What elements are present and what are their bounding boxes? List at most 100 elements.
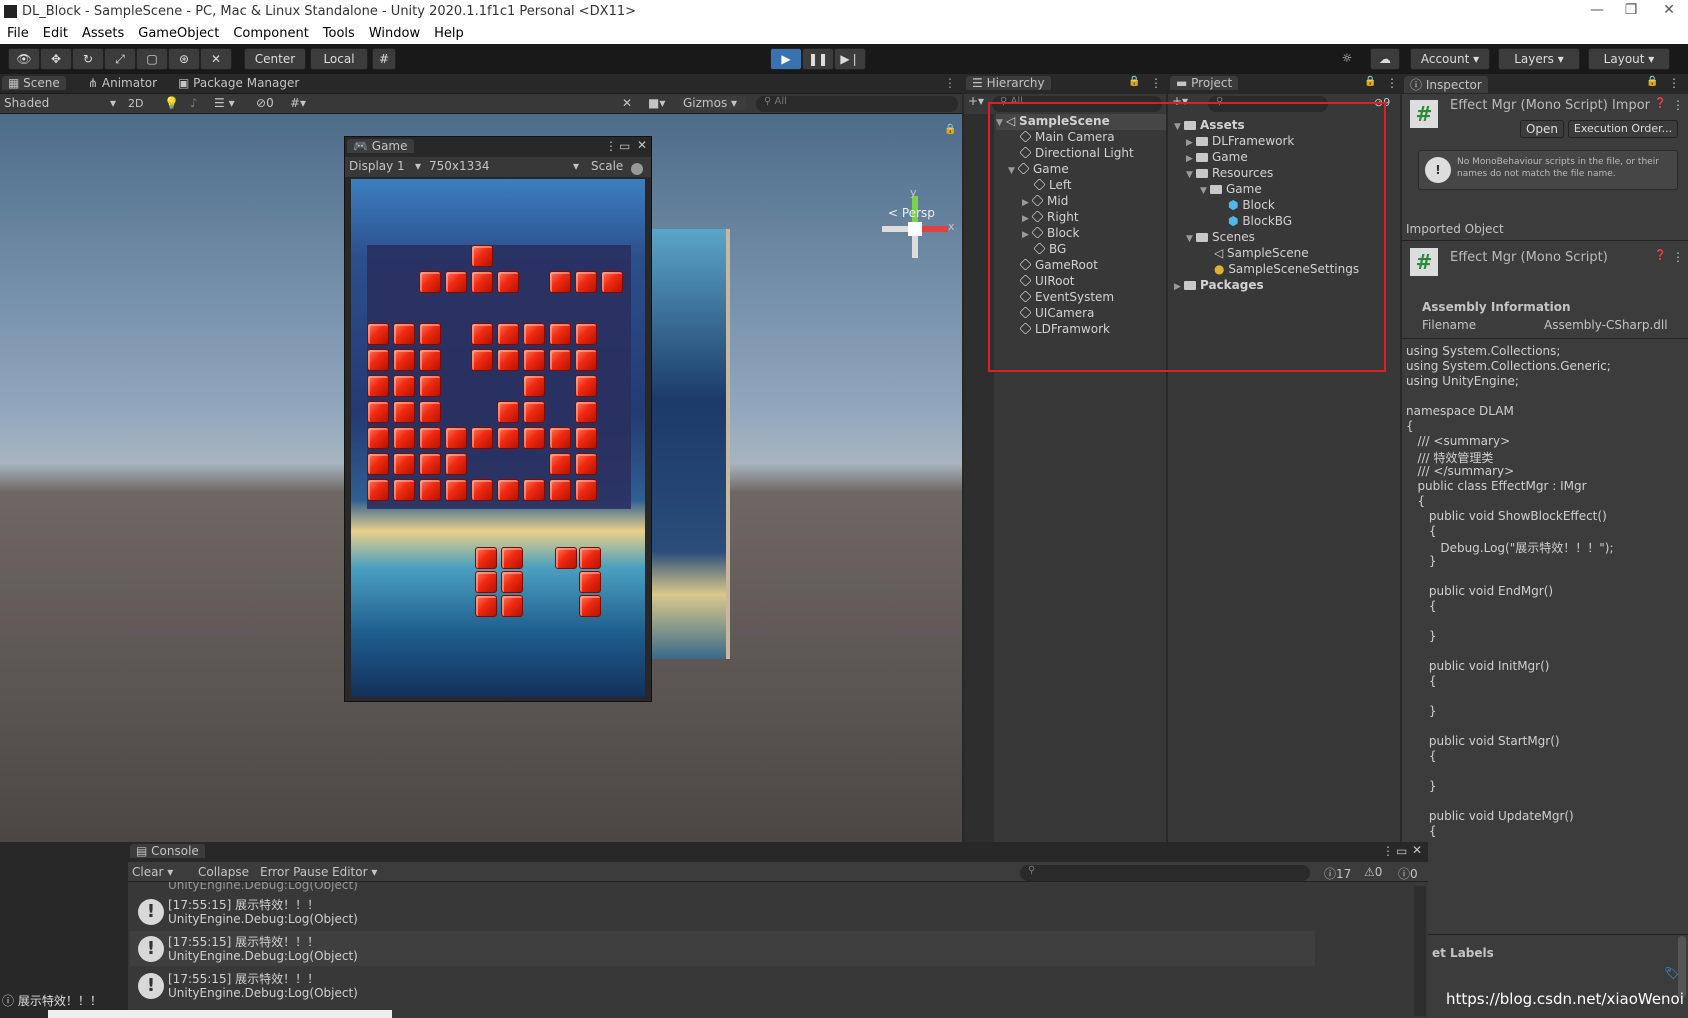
view-tool-icon[interactable]: 👁 [8,48,40,70]
grid-icon[interactable]: #▾ [290,96,306,110]
menu-edit[interactable]: Edit [36,24,75,41]
camera-icon[interactable]: ■▾ [648,96,665,110]
console-log-row[interactable]: ! [17:55:15] 展示特效！！！ UnityEngine.Debug:Log… [130,931,1315,966]
gizmos-dropdown[interactable]: Gizmos ▾ [680,96,746,110]
console-menu-icon[interactable]: ⋮ [1382,844,1394,858]
console-log-row[interactable]: ! [17:55:15] 展示特效！！！ UnityEngine.Debug:Log… [130,968,1315,1003]
status-message[interactable]: ⓘ 展示特效！！！ [2,992,102,1009]
project-menu-icon[interactable]: ⋮ [1386,76,1398,90]
game-block [497,349,519,371]
log-count-badge[interactable]: ⓘ17 [1324,865,1351,882]
game-block [419,453,441,475]
menu-file[interactable]: File [0,24,36,41]
game-block [393,375,415,397]
create-button[interactable]: +▾ [968,94,984,108]
warning-count-badge[interactable]: ⚠0 [1364,865,1382,879]
move-tool-icon[interactable]: ✥ [40,48,72,70]
minimize-button[interactable]: — [1582,2,1612,22]
console-search-input[interactable]: ⚲ [1020,865,1310,881]
tab-animator[interactable]: ⋔ Animator [82,76,163,90]
play-button[interactable]: ▶ [770,48,802,70]
scale-tool-icon[interactable]: ⤢ [104,48,136,70]
scene-gizmo[interactable]: y x [876,186,956,272]
console-close-icon[interactable]: ✕ [1412,843,1422,857]
account-dropdown[interactable]: Account ▾ [1410,48,1490,70]
open-button[interactable]: Open [1520,120,1564,138]
inspector-options-icon[interactable]: ⋮ [1672,98,1684,112]
audio-icon[interactable]: ♪ [190,96,198,110]
shaded-dropdown[interactable]: Shaded ▾ [4,96,116,110]
step-button[interactable]: ▶❘ [834,48,866,70]
menu-tools[interactable]: Tools [316,24,362,41]
menu-assets[interactable]: Assets [75,24,131,41]
2d-toggle[interactable]: 2D [128,97,143,110]
maximize-button[interactable]: ❐ [1616,2,1646,22]
console-log-row[interactable]: ! [17:55:15] 展示特效！！！ UnityEngine.Debug:Log… [130,894,1315,929]
error-count-badge[interactable]: ⓘ0 [1398,865,1418,882]
collapse-button[interactable]: Collapse [198,865,249,879]
maximize-icon[interactable]: ▭ [619,139,630,153]
menu-component[interactable]: Component [226,24,315,41]
grid-snap-icon[interactable]: # [372,48,396,70]
code-line: { [1406,599,1437,613]
menu-help[interactable]: Help [427,24,471,41]
layout-dropdown[interactable]: Layout ▾ [1588,48,1670,70]
cloud-icon[interactable]: ☁ [1370,48,1400,70]
inspector-scrollbar[interactable] [1678,936,1686,998]
display-dropdown[interactable]: Display 1 ▾ [349,159,421,173]
hidden-objects-icon[interactable]: ⊘0 [256,96,274,110]
tab-console[interactable]: ▤ Console [130,844,205,858]
inspector-menu-icon[interactable]: ⋮ [1668,76,1680,90]
pause-button[interactable]: ❚❚ [802,48,834,70]
collab-icon[interactable]: ☼ [1332,48,1362,70]
rect-tool-icon[interactable]: ▢ [136,48,168,70]
project-lock-icon[interactable]: 🔒 [1364,76,1376,87]
tab-hierarchy[interactable]: ☰ Hierarchy [966,76,1051,90]
scale-slider[interactable] [631,163,643,175]
game-block [471,245,493,267]
tab-game[interactable]: 🎮 Game [347,139,414,153]
tab-project[interactable]: ▬ Project [1170,76,1239,90]
help-icon[interactable]: ❓ [1654,98,1666,109]
custom-tool-icon[interactable]: ✕ [200,48,232,70]
highlight-rectangle [988,102,1386,372]
imported-options-icon[interactable]: ⋮ [1672,250,1684,264]
console-maximize-icon[interactable]: ▭ [1396,844,1407,858]
code-line: Debug.Log("展示特效！！！"); [1406,541,1614,555]
log-message: [17:55:15] 展示特效！！！ [168,972,320,986]
hierarchy-menu-icon[interactable]: ⋮ [1150,76,1162,90]
game-menu-icon[interactable]: ⋮ [605,139,617,153]
error-pause-button[interactable]: Error Pause [260,865,328,879]
effects-icon[interactable]: ☰ ▾ [214,96,235,110]
pivot-center-button[interactable]: Center [244,48,306,70]
editor-dropdown[interactable]: Editor ▾ [332,865,377,879]
game-block [393,349,415,371]
scene-search-input[interactable]: ⚲ All [756,96,958,112]
tab-scene[interactable]: ▦ Scene [2,76,66,90]
inspector-lock-icon[interactable]: 🔒 [1646,76,1658,87]
clear-button[interactable]: Clear ▾ [132,865,173,879]
console-scrollbar[interactable] [1414,886,1426,1016]
help-icon-2[interactable]: ❓ [1654,250,1666,261]
menu-window[interactable]: Window [362,24,427,41]
execution-order-button[interactable]: Execution Order... [1568,120,1678,138]
tab-package-manager[interactable]: ▣ Package Manager [172,76,305,90]
close-window-button[interactable]: ✕ [1654,2,1684,22]
lock-icon[interactable]: 🔒 [944,124,956,135]
lighting-icon[interactable]: 💡 [164,96,179,110]
resolution-dropdown[interactable]: 750x1334 ▾ [429,159,579,173]
persp-label[interactable]: < Persp [888,206,935,220]
game-block [601,271,623,293]
close-icon[interactable]: ✕ [637,138,647,152]
rotate-tool-icon[interactable]: ↻ [72,48,104,70]
menu-gameobject[interactable]: GameObject [131,24,226,41]
hierarchy-lock-icon[interactable]: 🔒 [1128,76,1140,87]
game-block [501,571,523,593]
label-tag-icon[interactable]: 🏷 [1664,966,1679,980]
tools-icon[interactable]: ✕ [622,96,632,110]
pivot-local-button[interactable]: Local [310,48,368,70]
panel-menu-icon[interactable]: ⋮ [944,76,956,90]
transform-tool-icon[interactable]: ⊛ [168,48,200,70]
layers-dropdown[interactable]: Layers ▾ [1498,48,1580,70]
tab-inspector[interactable]: ⓘ Inspector [1404,76,1488,93]
